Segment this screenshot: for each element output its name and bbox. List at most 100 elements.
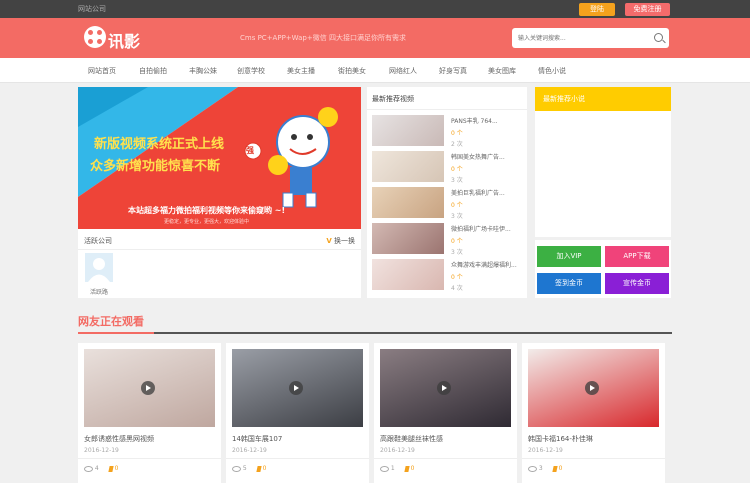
video-thumbnail[interactable] — [528, 349, 659, 427]
refresh-button[interactable]: V 换一换 — [326, 236, 355, 246]
coin-count: 0 个 — [451, 130, 463, 137]
eye-icon — [84, 465, 93, 472]
play-icon[interactable] — [141, 381, 155, 395]
view-count: 3 次 — [451, 213, 463, 220]
play-icon[interactable] — [585, 381, 599, 395]
nav-item[interactable]: 好身写真 — [439, 66, 467, 76]
register-button[interactable]: 免费注册 — [625, 3, 670, 16]
video-title[interactable]: 韩国卡福164-朴佳琳 — [528, 434, 593, 444]
video-title[interactable]: 韩国美女热舞广告... — [451, 152, 505, 161]
coin-count: 0 个 — [451, 238, 463, 245]
video-title[interactable]: 女郎诱惑性感黑网视频 — [84, 434, 154, 444]
banner-headline-1: 新版视频系统正式上线 — [94, 137, 225, 152]
banner-subline: 本站超多福力微拍福利视频等你来偷窥哟 ~! — [128, 206, 286, 215]
nav-item[interactable]: 丰胸公妹 — [189, 66, 217, 76]
nav-item[interactable]: 自拍偷拍 — [139, 66, 167, 76]
coin-icon — [404, 465, 410, 472]
view-count: 3 次 — [451, 249, 463, 256]
nav-item[interactable]: 美女主播 — [287, 66, 315, 76]
video-thumbnail[interactable] — [372, 115, 444, 146]
video-stats: 4 0 — [84, 465, 119, 472]
promo-coins-button[interactable]: 宣传金币 — [605, 273, 669, 294]
video-thumbnail[interactable] — [232, 349, 363, 427]
video-title[interactable]: PANS丰乳 764... — [451, 116, 498, 125]
user-avatar-icon — [88, 258, 110, 282]
video-thumbnail[interactable] — [372, 151, 444, 182]
view-count: 3 — [538, 465, 543, 472]
video-date: 2016-12-19 — [232, 447, 267, 454]
coin-count: 0 — [410, 465, 415, 472]
video-title[interactable]: 众舞游戏丰满超爆福利... — [451, 260, 517, 269]
video-thumbnail[interactable] — [372, 223, 444, 254]
list-item[interactable]: 韩国美女热舞广告... 0 个 3 次 — [372, 151, 522, 184]
coin-icon — [552, 465, 558, 472]
view-count: 5 — [242, 465, 247, 472]
list-item[interactable]: 美拍巨乳福利广告... 0 个 3 次 — [372, 187, 522, 220]
video-stats: 3 0 — [528, 465, 563, 472]
eye-icon — [380, 465, 389, 472]
nav-item[interactable]: 美女图库 — [488, 66, 516, 76]
search-box — [512, 28, 669, 48]
search-input[interactable] — [518, 32, 648, 44]
logo[interactable]: 讯影 — [84, 26, 144, 51]
video-thumbnail[interactable] — [372, 259, 444, 290]
video-thumbnail[interactable] — [380, 349, 511, 427]
coin-count: 0 — [558, 465, 563, 472]
banner-headline-2: 众多新增功能惊喜不断 — [90, 159, 221, 174]
video-card[interactable]: 女郎诱惑性感黑网视频 2016-12-19 4 0 — [78, 343, 221, 483]
search-icon[interactable] — [654, 33, 663, 42]
user-name[interactable]: 活跃路 — [90, 287, 108, 296]
video-title[interactable]: 微拍福利广场卡哇伊... — [451, 224, 511, 233]
nav-item[interactable]: 网站首页 — [88, 66, 116, 76]
section-title: 网友正在观看 — [78, 315, 144, 328]
video-card[interactable]: 高跟鞋美腿丝袜性感 2016-12-19 1 0 — [374, 343, 517, 483]
header-slogan: Cms PC+APP+Wap+微信 四大接口满足你所有需求 — [240, 34, 406, 42]
nav-item[interactable]: 网络红人 — [389, 66, 417, 76]
novels-panel-body — [535, 111, 671, 237]
join-vip-button[interactable]: 加入VIP — [537, 246, 601, 267]
list-item[interactable]: 众舞游戏丰满超爆福利... 0 个 4 次 — [372, 259, 522, 292]
coin-icon — [256, 465, 262, 472]
view-count: 4 次 — [451, 285, 463, 292]
video-title[interactable]: 美拍巨乳福利广告... — [451, 188, 505, 197]
view-count: 1 — [390, 465, 395, 472]
video-thumbnail[interactable] — [84, 349, 215, 427]
video-card[interactable]: 14韩国车展107 2016-12-19 5 0 — [226, 343, 369, 483]
novels-panel-header: 最新推荐小说 — [535, 87, 671, 111]
video-thumbnail[interactable] — [372, 187, 444, 218]
divider — [367, 109, 527, 110]
checkin-coins-button[interactable]: 签到金币 — [537, 273, 601, 294]
panel-title: 最新推荐视频 — [372, 95, 414, 103]
site-name[interactable]: 网站公司 — [78, 4, 106, 14]
top-bar: 网站公司 登陆 免费注册 — [0, 0, 750, 18]
video-date: 2016-12-19 — [84, 447, 119, 454]
logo-text: 讯影 — [108, 32, 141, 51]
coin-count: 0 个 — [451, 166, 463, 173]
nav-item[interactable]: 情色小说 — [538, 66, 566, 76]
nav-item[interactable]: 创意学校 — [237, 66, 265, 76]
view-count: 4 — [94, 465, 99, 472]
play-icon[interactable] — [437, 381, 451, 395]
promo-banner[interactable]: 新版视频系统正式上线 众多新增功能惊喜不断 强 本站超多福力微拍福利视频等你来偷… — [78, 87, 361, 229]
divider — [78, 249, 361, 250]
view-count: 3 次 — [451, 177, 463, 184]
video-card[interactable]: 韩国卡福164-朴佳琳 2016-12-19 3 0 — [522, 343, 665, 483]
avatar[interactable] — [85, 253, 113, 282]
video-title[interactable]: 14韩国车展107 — [232, 434, 282, 444]
latest-videos-panel: 最新推荐视频 PANS丰乳 764... 0 个 2 次 韩国美女热舞广告...… — [367, 87, 527, 298]
list-item[interactable]: 微拍福利广场卡哇伊... 0 个 3 次 — [372, 223, 522, 256]
list-item[interactable]: PANS丰乳 764... 0 个 2 次 — [372, 115, 522, 148]
panel-title: 活跃公司 — [84, 237, 112, 245]
play-icon[interactable] — [289, 381, 303, 395]
panel-title: 最新推荐小说 — [543, 95, 585, 103]
app-download-button[interactable]: APP下载 — [605, 246, 669, 267]
nav-item[interactable]: 街拍美女 — [338, 66, 366, 76]
section-divider — [78, 332, 672, 334]
refresh-icon: V — [326, 237, 332, 245]
eye-icon — [528, 465, 537, 472]
video-stats: 5 0 — [232, 465, 267, 472]
login-button[interactable]: 登陆 — [579, 3, 615, 16]
video-title[interactable]: 高跟鞋美腿丝袜性感 — [380, 434, 443, 444]
refresh-label: 换一换 — [334, 237, 355, 245]
video-date: 2016-12-19 — [380, 447, 415, 454]
